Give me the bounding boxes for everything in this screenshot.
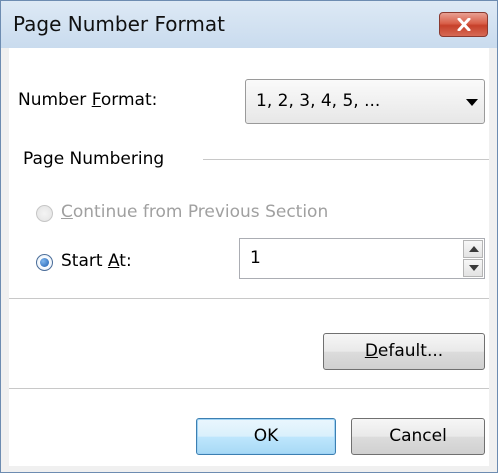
start-at-spinner[interactable]: 1 xyxy=(239,238,485,279)
spinner-up-button[interactable] xyxy=(463,240,483,258)
cancel-button[interactable]: Cancel xyxy=(351,418,485,455)
page-numbering-group-label: Page Numbering xyxy=(23,149,165,169)
separator-bottom xyxy=(9,388,489,389)
close-icon xyxy=(457,18,471,31)
number-format-value: 1, 2, 3, 4, 5, ... xyxy=(256,91,381,111)
title-bar[interactable]: Page Number Format xyxy=(1,1,497,48)
separator-top xyxy=(9,298,489,299)
number-format-dropdown[interactable]: 1, 2, 3, 4, 5, ... xyxy=(245,79,485,124)
continue-radio[interactable] xyxy=(36,205,53,222)
default-button[interactable]: Default... xyxy=(323,333,485,370)
spinner-down-button[interactable] xyxy=(463,259,483,277)
number-format-label: Number Format: xyxy=(18,90,158,110)
start-at-value: 1 xyxy=(250,248,261,268)
dialog-body: Number Format: 1, 2, 3, 4, 5, ... Page N… xyxy=(9,48,489,466)
arrow-down-icon xyxy=(469,265,479,271)
start-at-label: Start At: xyxy=(61,251,132,271)
spinner-buttons xyxy=(463,240,483,277)
ok-button[interactable]: OK xyxy=(196,418,336,455)
radio-selected-dot xyxy=(40,258,49,267)
page-number-format-dialog: Page Number Format Number Format: 1, 2, … xyxy=(0,0,498,473)
chevron-down-icon xyxy=(466,99,478,106)
dialog-title: Page Number Format xyxy=(13,12,225,36)
close-button[interactable] xyxy=(439,12,488,37)
continue-radio-label: Continue from Previous Section xyxy=(61,202,329,222)
start-at-radio[interactable] xyxy=(36,254,53,271)
arrow-up-icon xyxy=(469,246,479,252)
group-divider xyxy=(203,159,489,160)
